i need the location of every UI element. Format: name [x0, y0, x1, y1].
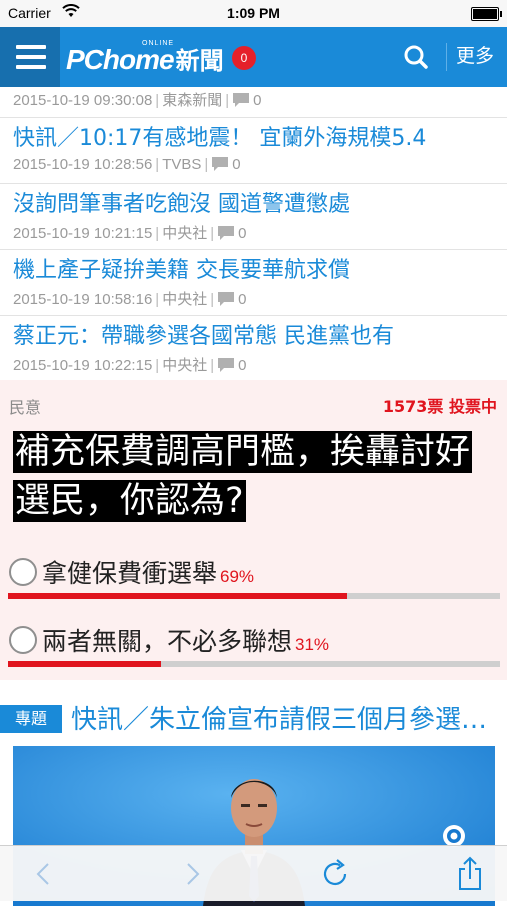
poll-result-bar	[8, 593, 500, 599]
news-item[interactable]: 機上產子疑拚美籍 交長要華航求償 2015-10-19 10:58:16 | 中央社…	[0, 250, 507, 316]
chevron-right-icon	[187, 863, 200, 885]
status-time: 1:09 PM	[227, 5, 280, 21]
news-meta: 2015-10-19 10:21:15 | 中央社 | 0	[13, 225, 247, 242]
news-meta: 2015-10-19 10:22:15 | 中央社 | 0	[13, 357, 247, 374]
battery-icon	[471, 7, 502, 21]
reload-button[interactable]	[316, 854, 356, 894]
poll-vote-count: 1573票 投票中	[382, 397, 497, 416]
poll-option[interactable]: 拿健保費衝選舉 69%	[0, 552, 507, 612]
topic-title[interactable]: 快訊／朱立倫宣布請假三個月參選總統	[71, 699, 499, 736]
comment-icon	[218, 292, 235, 306]
comment-icon	[218, 226, 235, 240]
news-meta: 2015-10-19 10:58:16 | 中央社 | 0	[13, 291, 247, 308]
comment-icon	[212, 157, 229, 171]
pchome-news-logo[interactable]: ONLINE PChome新聞	[66, 40, 224, 76]
back-button[interactable]	[24, 854, 64, 894]
poll-label: 民意	[9, 398, 42, 417]
search-button[interactable]	[398, 39, 434, 75]
radio-button[interactable]	[9, 558, 37, 586]
news-item[interactable]: 快訊／10:17有感地震！ 宜蘭外海規模5.4 2015-10-19 10:28…	[0, 118, 507, 184]
search-icon	[404, 45, 428, 69]
comment-icon	[218, 358, 235, 372]
share-icon	[459, 856, 481, 890]
news-item[interactable]: 2015-10-19 09:30:08 | 東森新聞 | 0	[0, 87, 507, 118]
poll-section: 民意 1573票 投票中 補充保費調高門檻，挨轟討好選民，你認為? 拿健保費衝選…	[0, 380, 507, 680]
radio-button[interactable]	[9, 626, 37, 654]
news-title[interactable]: 快訊／10:17有感地震！ 宜蘭外海規模5.4	[13, 120, 497, 152]
poll-question: 補充保費調高門檻，挨轟討好選民，你認為?	[13, 431, 473, 522]
reload-icon	[323, 859, 347, 886]
news-title[interactable]: 機上產子疑拚美籍 交長要華航求償	[13, 252, 497, 284]
chevron-left-icon	[36, 863, 49, 885]
topic-badge: 專題	[0, 705, 62, 733]
browser-toolbar	[0, 845, 507, 901]
hamburger-icon	[16, 45, 46, 49]
news-title[interactable]: 沒詢問筆事者吃飽沒 國道警遭懲處	[13, 186, 497, 218]
forward-button[interactable]	[172, 854, 212, 894]
notification-badge[interactable]: 0	[232, 46, 256, 70]
news-item[interactable]: 沒詢問筆事者吃飽沒 國道警遭懲處 2015-10-19 10:21:15 | 中央社…	[0, 184, 507, 250]
hamburger-menu-button[interactable]	[0, 27, 60, 87]
status-bar: Carrier 1:09 PM	[0, 0, 507, 27]
header-divider	[446, 43, 447, 71]
poll-option-label: 兩者無關，不必多聯想 31%	[42, 627, 330, 656]
share-button[interactable]	[450, 854, 490, 894]
news-title[interactable]: 蔡正元：帶職參選各國常態 民進黨也有	[13, 318, 497, 350]
comment-icon	[233, 93, 250, 107]
app-header: ONLINE PChome新聞 0 更多	[0, 27, 507, 87]
news-list: 2015-10-19 09:30:08 | 東森新聞 | 0 快訊／10:17有感地震！…	[0, 87, 507, 382]
poll-result-bar	[8, 661, 500, 667]
more-button[interactable]: 更多	[456, 41, 494, 68]
poll-option-label: 拿健保費衝選舉 69%	[42, 559, 255, 588]
news-meta: 2015-10-19 09:30:08 | 東森新聞 | 0	[13, 92, 262, 109]
poll-option[interactable]: 兩者無關，不必多聯想 31%	[0, 620, 507, 680]
news-meta: 2015-10-19 10:28:56 | TVBS | 0	[13, 156, 241, 173]
news-item[interactable]: 蔡正元：帶職參選各國常態 民進黨也有 2015-10-19 10:22:15 | 中…	[0, 316, 507, 382]
